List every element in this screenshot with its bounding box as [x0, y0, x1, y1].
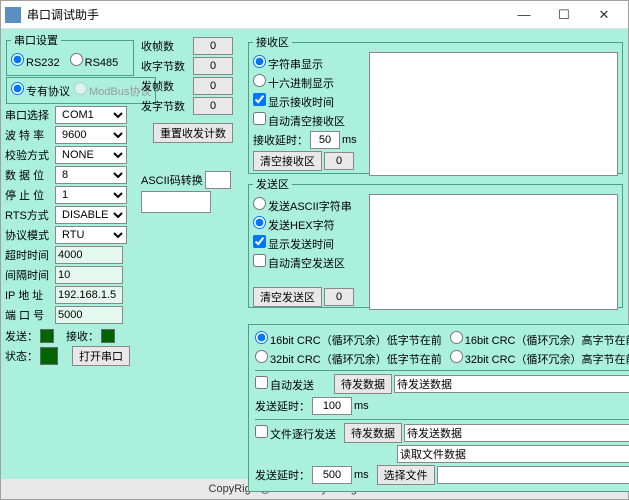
recv-delay-label: 接收延时： — [253, 132, 308, 148]
recv-legend: 接收区 — [253, 34, 292, 50]
choose-file-button[interactable]: 选择文件 — [377, 465, 435, 485]
txdelay-input[interactable] — [312, 397, 352, 415]
port-select[interactable]: COM1 — [55, 106, 127, 124]
tx-indicator-icon — [40, 329, 54, 343]
ascii-convert-label: ASCII码转换 — [141, 172, 203, 188]
titlebar: 串口调试助手 — ☐ ✕ — [1, 1, 628, 29]
auto-send-check[interactable] — [255, 376, 268, 389]
txdelay-label: 发送延时： — [255, 398, 310, 414]
ascii-result-input[interactable] — [141, 191, 211, 213]
maximize-button[interactable]: ☐ — [544, 2, 584, 28]
protocol-group: 专有协议 ModBus协议 — [6, 77, 156, 104]
rts-select[interactable]: DISABLE — [55, 206, 127, 224]
databits-label: 数 据 位 — [5, 167, 53, 183]
timeout-input[interactable] — [55, 246, 123, 264]
app-icon — [5, 7, 21, 23]
send-legend: 发送区 — [253, 176, 292, 192]
reset-counters-button[interactable]: 重置收发计数 — [153, 123, 233, 143]
pending-data-input[interactable] — [394, 375, 629, 393]
recv-group: 接收区 字符串显示 十六进制显示 显示接收时间 自动清空接收区 接收延时：ms … — [248, 34, 623, 174]
baud-select[interactable]: 9600 — [55, 126, 127, 144]
send-textarea[interactable] — [369, 194, 618, 310]
recv-hex-radio[interactable] — [253, 74, 266, 87]
crc32hi-radio[interactable] — [450, 350, 463, 363]
rxbytes-label: 收字节数 — [141, 58, 191, 74]
open-port-button[interactable]: 打开串口 — [72, 346, 130, 366]
crc-group: 16bit CRC（循环冗余）低字节在前 16bit CRC（循环冗余）高字节在… — [248, 324, 629, 492]
port-label: 串口选择 — [5, 107, 53, 123]
parity-select[interactable]: NONE — [55, 146, 127, 164]
serial-legend: 串口设置 — [11, 32, 61, 48]
txdelay2-label: 发送延时： — [255, 467, 310, 483]
timeout-label: 超时时间 — [5, 247, 53, 263]
databits-select[interactable]: 8 — [55, 166, 127, 184]
txframes-value: 0 — [193, 77, 233, 95]
crc32lo-radio[interactable] — [255, 350, 268, 363]
recv-textarea[interactable] — [369, 52, 618, 176]
ascii-convert-input[interactable] — [205, 171, 231, 189]
close-button[interactable]: ✕ — [584, 2, 624, 28]
status-indicator-icon — [40, 347, 58, 365]
rx-label: 接收： — [66, 328, 99, 344]
recv-clear-button[interactable]: 清空接收区 — [253, 151, 322, 171]
txbytes-value: 0 — [193, 97, 233, 115]
txframes-label: 发帧数 — [141, 78, 191, 94]
ip-label: IP 地 址 — [5, 287, 53, 303]
rxframes-label: 收帧数 — [141, 38, 191, 54]
file-path-input[interactable] — [437, 466, 629, 484]
proprietary-radio[interactable] — [11, 82, 24, 95]
parity-label: 校验方式 — [5, 147, 53, 163]
stopbits-select[interactable]: 1 — [55, 186, 127, 204]
gap-input[interactable] — [55, 266, 123, 284]
recv-time-check[interactable] — [253, 93, 266, 106]
rxframes-value: 0 — [193, 37, 233, 55]
txdelay2-input[interactable] — [312, 466, 352, 484]
modbus-radio — [74, 82, 87, 95]
baud-label: 波 特 率 — [5, 127, 53, 143]
ip-input[interactable] — [55, 286, 123, 304]
crc16lo-radio[interactable] — [255, 331, 268, 344]
serial-settings-group: 串口设置 RS232 RS485 — [6, 32, 134, 76]
rxbytes-value: 0 — [193, 57, 233, 75]
portnum-label: 端 口 号 — [5, 307, 53, 323]
recv-delay-input[interactable] — [310, 131, 340, 149]
send-clear-count: 0 — [324, 288, 354, 306]
send-time-check[interactable] — [253, 235, 266, 248]
recv-autoclear-check[interactable] — [253, 112, 266, 125]
rs232-radio[interactable] — [11, 53, 24, 66]
pending-data-button[interactable]: 待发数据 — [334, 374, 392, 394]
rs485-radio[interactable] — [70, 53, 83, 66]
rx-indicator-icon — [101, 329, 115, 343]
send-group: 发送区 发送ASCII字符串 发送HEX字符 显示发送时间 自动清空发送区 清空… — [248, 176, 623, 308]
status-label: 状态： — [5, 348, 38, 364]
gap-label: 间隔时间 — [5, 267, 53, 283]
crc16hi-radio[interactable] — [450, 331, 463, 344]
window-title: 串口调试助手 — [27, 6, 504, 23]
portnum-input[interactable] — [55, 306, 123, 324]
pending-data-button-2[interactable]: 待发数据 — [344, 423, 402, 443]
stopbits-label: 停 止 位 — [5, 187, 53, 203]
minimize-button[interactable]: — — [504, 2, 544, 28]
recv-str-radio[interactable] — [253, 55, 266, 68]
rts-label: RTS方式 — [5, 207, 53, 223]
recv-clear-count: 0 — [324, 152, 354, 170]
send-ascii-radio[interactable] — [253, 197, 266, 210]
send-hex-radio[interactable] — [253, 216, 266, 229]
txbytes-label: 发字节数 — [141, 98, 191, 114]
tx-label: 发送： — [5, 328, 38, 344]
file-line-send-check[interactable] — [255, 425, 268, 438]
read-file-input[interactable] — [397, 445, 629, 463]
protomode-label: 协议模式 — [5, 227, 53, 243]
protomode-select[interactable]: RTU — [55, 226, 127, 244]
send-clear-button[interactable]: 清空发送区 — [253, 287, 322, 307]
pending-data-input-2[interactable] — [404, 424, 629, 442]
send-autoclear-check[interactable] — [253, 254, 266, 267]
